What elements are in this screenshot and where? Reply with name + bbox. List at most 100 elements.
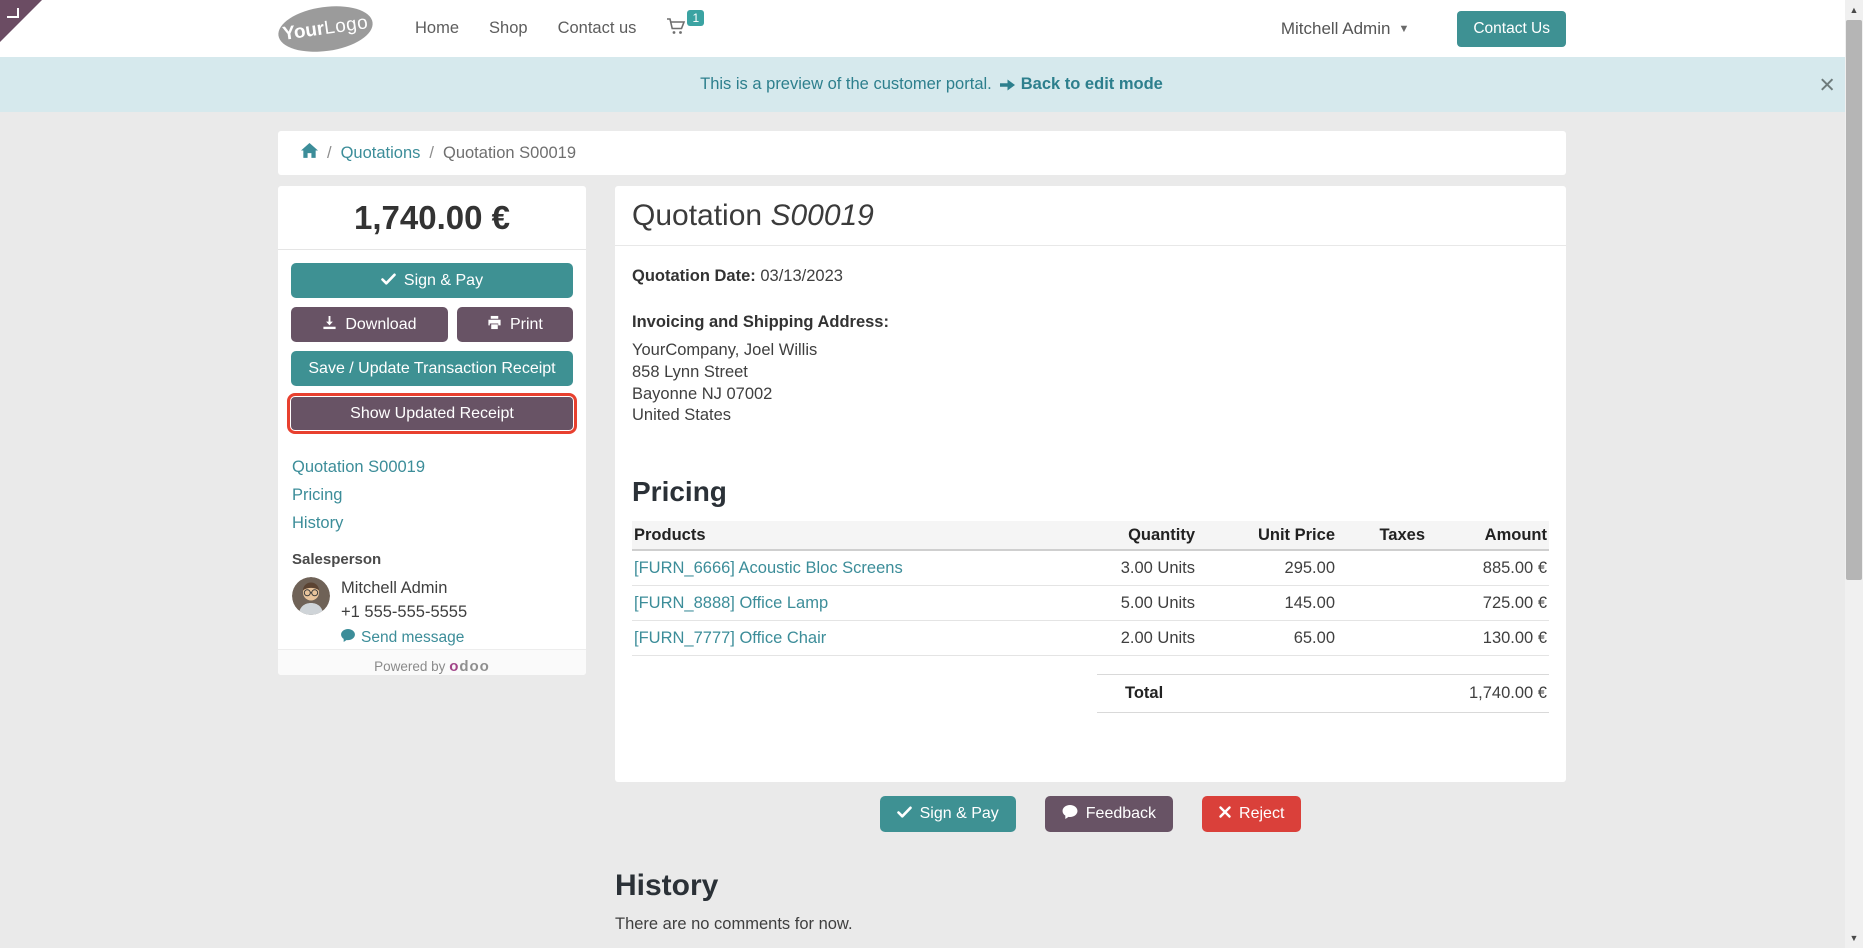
chevron-down-icon: ▼ bbox=[1398, 22, 1410, 35]
total-row: Total 1,740.00 € bbox=[1097, 674, 1549, 714]
pricing-table: Products Quantity Unit Price Taxes Amoun… bbox=[632, 521, 1549, 714]
breadcrumb-separator: / bbox=[327, 143, 332, 162]
scroll-up-arrow-icon[interactable]: ▲ bbox=[1845, 0, 1863, 20]
breadcrumb-quotations-link[interactable]: Quotations bbox=[341, 144, 421, 163]
breadcrumb: / Quotations / Quotation S00019 bbox=[278, 131, 1566, 175]
download-label: Download bbox=[345, 315, 417, 333]
close-banner-button[interactable]: × bbox=[1819, 71, 1835, 98]
sign-and-pay-button[interactable]: Sign & Pay bbox=[291, 263, 573, 298]
nav-home[interactable]: Home bbox=[415, 19, 459, 38]
page: Your Logo Home Shop Contact us 1 Mitchel… bbox=[0, 0, 1863, 948]
salesperson-label: Salesperson bbox=[292, 551, 382, 568]
cart-button[interactable]: 1 bbox=[666, 10, 705, 41]
history-empty-message: There are no comments for now. bbox=[615, 915, 853, 933]
pricing-table-header: Products Quantity Unit Price Taxes Amoun… bbox=[632, 521, 1549, 552]
cart-icon bbox=[666, 16, 686, 41]
salesperson-phone: +1 555-555-5555 bbox=[341, 602, 468, 621]
cell-amount: 725.00 € bbox=[1482, 593, 1547, 612]
cell-unit-price: 145.00 bbox=[1284, 593, 1335, 612]
address-label: Invoicing and Shipping Address: bbox=[632, 313, 889, 331]
col-unit-price: Unit Price bbox=[1257, 525, 1335, 544]
vertical-scrollbar[interactable]: ▲ ▼ bbox=[1845, 0, 1863, 948]
print-label: Print bbox=[509, 315, 543, 333]
breadcrumb-separator: / bbox=[429, 143, 434, 162]
quotation-date-row: Quotation Date: 03/13/2023 bbox=[632, 267, 1549, 286]
document-actions: Sign & Pay Feedback Reject bbox=[615, 796, 1566, 832]
arrow-right-icon bbox=[999, 79, 1015, 91]
send-message-label: Send message bbox=[361, 628, 465, 646]
preview-banner: This is a preview of the customer portal… bbox=[0, 57, 1863, 112]
contact-us-button[interactable]: Contact Us bbox=[1457, 10, 1566, 47]
download-icon bbox=[322, 315, 337, 335]
pricing-section-title: Pricing bbox=[632, 476, 727, 508]
table-row: [FURN_7777] Office Chair 2.00 Units 65.0… bbox=[632, 621, 1549, 657]
total-label: Total bbox=[1125, 684, 1164, 703]
chat-bubble-icon bbox=[1062, 804, 1078, 824]
breadcrumb-home-link[interactable] bbox=[301, 142, 318, 164]
sign-and-pay-label: Sign & Pay bbox=[919, 805, 999, 822]
history-section: History There are no comments for now. bbox=[615, 869, 1566, 934]
user-name: Mitchell Admin bbox=[1280, 18, 1391, 38]
breadcrumb-current: Quotation S00019 bbox=[443, 143, 577, 162]
powered-by-text: Powered by bbox=[374, 659, 446, 675]
cell-amount: 130.00 € bbox=[1482, 628, 1547, 647]
sidebar-link-quotation[interactable]: Quotation S00019 bbox=[292, 453, 572, 481]
quotation-document: Quotation S00019 Quotation Date: 03/13/2… bbox=[615, 186, 1566, 782]
scrollbar-thumb[interactable] bbox=[1846, 20, 1862, 580]
scroll-down-arrow-icon[interactable]: ▼ bbox=[1845, 928, 1863, 948]
product-link[interactable]: [FURN_6666] Acoustic Bloc Screens bbox=[634, 559, 903, 577]
chat-bubble-icon bbox=[341, 627, 355, 649]
table-row: [FURN_8888] Office Lamp 5.00 Units 145.0… bbox=[632, 586, 1549, 622]
quotation-reference: S00019 bbox=[770, 199, 874, 232]
table-row: [FURN_6666] Acoustic Bloc Screens 3.00 U… bbox=[632, 551, 1549, 587]
product-link[interactable]: [FURN_8888] Office Lamp bbox=[634, 594, 828, 612]
sidebar-link-history[interactable]: History bbox=[292, 509, 572, 537]
user-menu[interactable]: Mitchell Admin ▼ bbox=[1281, 19, 1410, 39]
cell-quantity: 3.00 Units bbox=[1120, 558, 1195, 577]
salesperson-avatar bbox=[292, 577, 330, 615]
sidebar-anchor-links: Quotation S00019 Pricing History bbox=[278, 434, 586, 537]
edit-corner-ribbon[interactable] bbox=[0, 0, 42, 42]
home-icon bbox=[301, 142, 318, 164]
odoo-logo[interactable]: odoo bbox=[449, 658, 490, 675]
main-nav: Home Shop Contact us bbox=[415, 19, 636, 38]
quotation-date-value: 03/13/2023 bbox=[760, 267, 843, 285]
history-title: History bbox=[615, 869, 719, 902]
quotation-title-text: Quotation bbox=[632, 199, 763, 232]
nav-contact-us[interactable]: Contact us bbox=[558, 19, 637, 38]
cell-unit-price: 295.00 bbox=[1284, 558, 1335, 577]
back-to-edit-mode-link[interactable]: Back to edit mode bbox=[1021, 75, 1163, 94]
logo-text-light: Logo bbox=[322, 11, 370, 39]
quotation-sidebar: 1,740.00 € Sign & Pay Download Print Sav… bbox=[278, 186, 586, 675]
col-quantity: Quantity bbox=[1128, 525, 1195, 544]
salesperson-name: Mitchell Admin bbox=[341, 579, 448, 597]
save-update-transaction-receipt-button[interactable]: Save / Update Transaction Receipt bbox=[291, 351, 573, 386]
reject-button[interactable]: Reject bbox=[1202, 796, 1302, 832]
check-icon bbox=[896, 805, 912, 823]
top-navbar: Your Logo Home Shop Contact us 1 Mitchel… bbox=[0, 0, 1863, 57]
check-icon bbox=[381, 272, 396, 290]
sidebar-link-pricing[interactable]: Pricing bbox=[292, 481, 572, 509]
feedback-label: Feedback bbox=[1085, 805, 1157, 822]
nav-shop[interactable]: Shop bbox=[489, 19, 528, 38]
address-line: Bayonne NJ 07002 bbox=[632, 384, 773, 403]
cell-quantity: 5.00 Units bbox=[1120, 593, 1195, 612]
show-updated-receipt-button[interactable]: Show Updated Receipt bbox=[291, 397, 573, 430]
address-block: YourCompany, Joel Willis 858 Lynn Street… bbox=[632, 340, 1549, 427]
col-products: Products bbox=[634, 525, 706, 544]
corner-bracket-icon bbox=[7, 8, 19, 18]
sign-and-pay-bottom-button[interactable]: Sign & Pay bbox=[879, 796, 1016, 832]
preview-banner-message: This is a preview of the customer portal… bbox=[700, 75, 992, 93]
salesperson-section: Salesperson Mitchell Admin +1 555-555-55… bbox=[278, 537, 586, 649]
reject-label: Reject bbox=[1239, 805, 1285, 822]
feedback-button[interactable]: Feedback bbox=[1044, 796, 1174, 832]
address-line: United States bbox=[632, 406, 732, 425]
send-message-link[interactable]: Send message bbox=[341, 627, 467, 649]
product-link[interactable]: [FURN_7777] Office Chair bbox=[634, 629, 826, 647]
cart-count-badge: 1 bbox=[687, 10, 705, 26]
print-button[interactable]: Print bbox=[456, 307, 573, 342]
address-line: 858 Lynn Street bbox=[632, 362, 748, 381]
total-value: 1,740.00 € bbox=[1469, 684, 1547, 703]
download-button[interactable]: Download bbox=[291, 307, 448, 342]
site-logo[interactable]: Your Logo bbox=[275, 0, 376, 57]
